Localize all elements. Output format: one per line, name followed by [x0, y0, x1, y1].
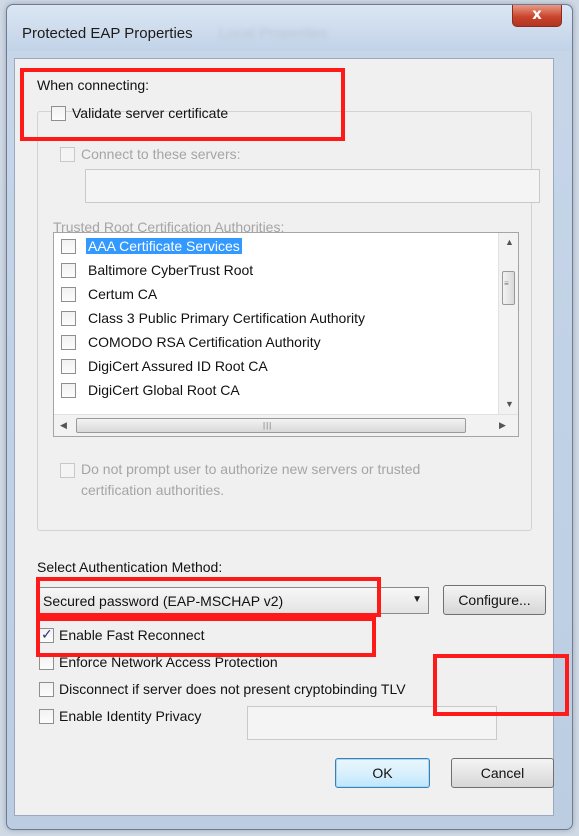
- authority-checkbox[interactable]: [61, 263, 76, 278]
- window-title: Protected EAP Properties: [22, 25, 193, 42]
- authority-label: COMODO RSA Certification Authority: [88, 334, 321, 350]
- title-bar: Protected EAP Properties Local Propertie…: [7, 5, 572, 51]
- list-item[interactable]: Baltimore CyberTrust Root: [54, 259, 494, 283]
- trusted-root-list[interactable]: AAA Certificate Services Baltimore Cyber…: [53, 232, 519, 437]
- do-not-prompt-checkbox[interactable]: [60, 463, 75, 478]
- grip-icon: |||: [263, 421, 273, 430]
- chevron-down-icon: ▼: [412, 594, 422, 605]
- authority-label: Certum CA: [88, 286, 158, 302]
- do-not-prompt-label-line1: Do not prompt user to authorize new serv…: [81, 461, 421, 477]
- authority-checkbox[interactable]: [61, 335, 76, 350]
- annotation-box-method: [36, 577, 381, 617]
- enable-identity-privacy-label: Enable Identity Privacy: [59, 708, 202, 724]
- authority-label: DigiCert Assured ID Root CA: [88, 358, 268, 374]
- authority-checkbox[interactable]: [61, 311, 76, 326]
- ok-button[interactable]: OK: [335, 758, 430, 788]
- horizontal-scrollbar[interactable]: ◀ ||| ▶: [54, 414, 518, 436]
- scroll-right-arrow-icon[interactable]: ▶: [499, 420, 506, 431]
- scroll-up-arrow-icon[interactable]: ▲: [505, 237, 514, 247]
- authority-checkbox[interactable]: [61, 287, 76, 302]
- annotation-box-tlv: [433, 654, 569, 716]
- disconnect-cryptobinding-checkbox[interactable]: [39, 682, 54, 697]
- close-button[interactable]: x: [512, 5, 562, 27]
- vertical-scroll-thumb[interactable]: ≡: [502, 271, 515, 305]
- servers-input[interactable]: [85, 169, 540, 203]
- title-ghost-text: Local Properties: [219, 25, 328, 42]
- disconnect-cryptobinding-label: Disconnect if server does not present cr…: [59, 681, 406, 697]
- authority-label: AAA Certificate Services: [86, 238, 242, 254]
- authority-label: DigiCert Global Root CA: [88, 382, 240, 398]
- cancel-button[interactable]: Cancel: [451, 758, 554, 788]
- annotation-box-fast-reconnect: [36, 617, 376, 657]
- authority-checkbox[interactable]: [61, 239, 76, 254]
- auth-method-heading: Select Authentication Method:: [37, 559, 223, 575]
- scroll-down-arrow-icon[interactable]: ▼: [505, 399, 514, 409]
- enforce-nap-checkbox[interactable]: [39, 655, 54, 670]
- list-item[interactable]: Class 3 Public Primary Certification Aut…: [54, 307, 494, 331]
- list-item[interactable]: COMODO RSA Certification Authority: [54, 331, 494, 355]
- horizontal-scroll-thumb[interactable]: |||: [76, 418, 466, 433]
- connect-to-servers-label: Connect to these servers:: [81, 146, 241, 162]
- authority-checkbox[interactable]: [61, 383, 76, 398]
- do-not-prompt-label-line2: certification authorities.: [81, 482, 225, 498]
- authority-label: Baltimore CyberTrust Root: [88, 262, 254, 278]
- annotation-box-validate: [20, 68, 345, 141]
- enable-identity-privacy-checkbox[interactable]: [39, 709, 54, 724]
- grip-icon: ≡: [504, 279, 510, 288]
- authority-checkbox[interactable]: [61, 359, 76, 374]
- vertical-scrollbar[interactable]: ▲ ≡ ▼: [498, 233, 518, 415]
- list-item[interactable]: AAA Certificate Services: [54, 235, 494, 259]
- list-item[interactable]: Certum CA: [54, 283, 494, 307]
- authority-label: Class 3 Public Primary Certification Aut…: [88, 310, 365, 326]
- list-item[interactable]: DigiCert Global Root CA: [54, 379, 494, 403]
- configure-button[interactable]: Configure...: [443, 585, 546, 615]
- list-item[interactable]: DigiCert Assured ID Root CA: [54, 355, 494, 379]
- connect-to-servers-checkbox[interactable]: [60, 147, 75, 162]
- scroll-left-arrow-icon[interactable]: ◀: [60, 420, 67, 431]
